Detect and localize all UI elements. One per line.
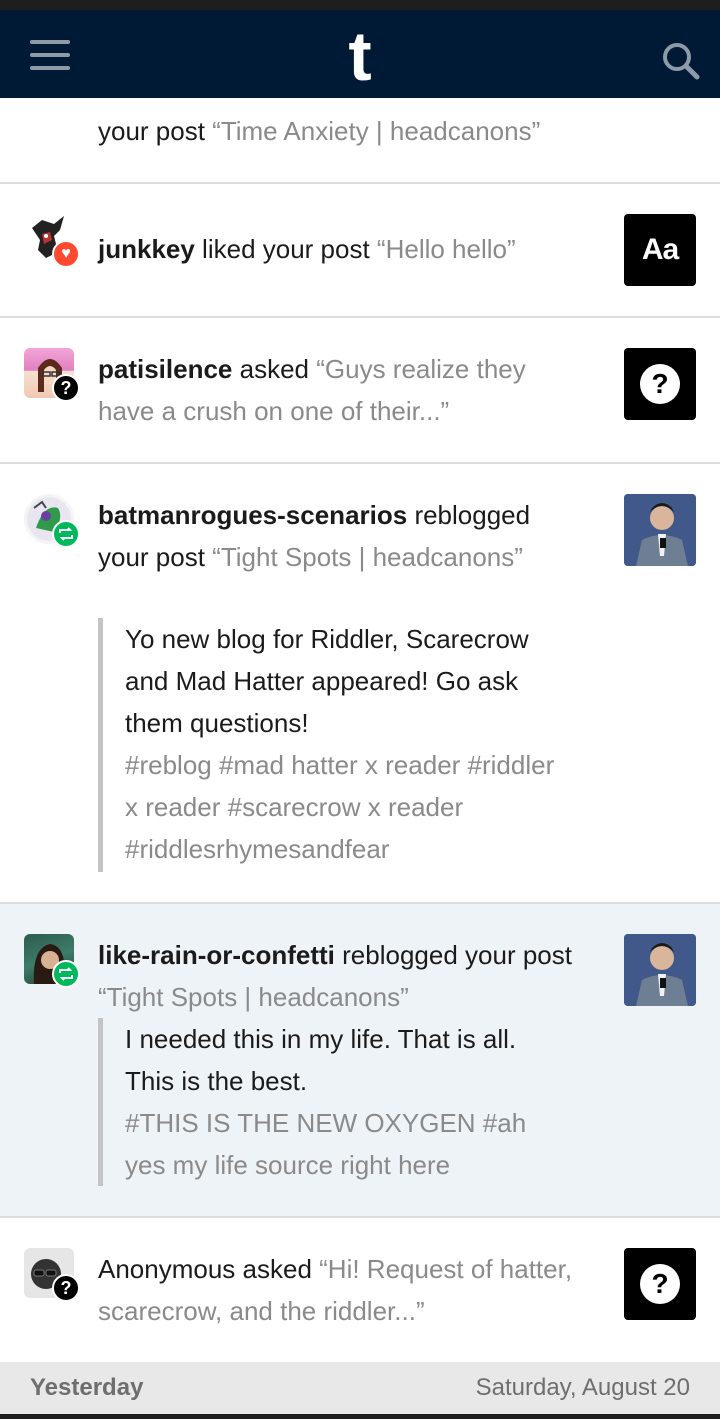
question-icon: ?: [640, 1264, 680, 1304]
post-title: “Tight Spots | headcanons”: [212, 542, 523, 572]
question-icon: ?: [640, 364, 680, 404]
question-icon: ?: [52, 1274, 80, 1302]
reblog-comment: Yo new blog for Riddler, Scarecrow and M…: [98, 618, 568, 872]
date-section-header: Yesterday Saturday, August 20: [0, 1362, 720, 1414]
question-icon: ?: [52, 374, 80, 402]
post-title: “Tight Spots | headcanons”: [98, 982, 409, 1012]
action-text: asked: [235, 1254, 320, 1284]
avatar[interactable]: [24, 494, 80, 548]
notification-item[interactable]: like-rain-or-confetti reblogged your pos…: [0, 904, 720, 1218]
post-title: “Time Anxiety | headcanons”: [212, 116, 541, 146]
username[interactable]: like-rain-or-confetti: [98, 940, 335, 970]
reblog-comment: I needed this in my life. That is all. T…: [98, 1018, 568, 1186]
avatar[interactable]: [24, 934, 80, 988]
status-bar: [0, 0, 720, 10]
hamburger-menu-icon[interactable]: [30, 40, 70, 70]
action-text: your post: [98, 116, 213, 146]
notification-text: junkkey liked your post “Hello hello”: [98, 228, 578, 270]
text-post-thumbnail[interactable]: Aa: [624, 214, 696, 286]
section-date: Saturday, August 20: [475, 1374, 690, 1401]
avatar[interactable]: ♥: [24, 214, 80, 268]
action-text: asked: [232, 354, 317, 384]
ask-thumbnail[interactable]: ?: [624, 1248, 696, 1320]
notification-item[interactable]: ? Anonymous asked “Hi! Request of hatter…: [0, 1218, 720, 1362]
avatar[interactable]: ?: [24, 348, 80, 402]
tags[interactable]: #THIS IS THE NEW OXYGEN #ah yes my life …: [125, 1102, 568, 1186]
post-photo-thumbnail[interactable]: [624, 934, 696, 1006]
post-title: “Hello hello”: [376, 234, 516, 264]
ask-thumbnail[interactable]: ?: [624, 348, 696, 420]
reblog-icon: [52, 960, 80, 988]
notification-item[interactable]: batmanrogues-scenarios reblogged your po…: [0, 464, 720, 904]
search-icon[interactable]: [662, 42, 700, 80]
action-text: liked your post: [194, 234, 377, 264]
comment-text: Yo new blog for Riddler, Scarecrow and M…: [125, 624, 529, 738]
notification-text: like-rain-or-confetti reblogged your pos…: [98, 934, 578, 1018]
avatar[interactable]: ?: [24, 1248, 80, 1302]
heart-icon: ♥: [52, 240, 80, 268]
post-photo-thumbnail[interactable]: [624, 494, 696, 566]
notification-item[interactable]: your post “Time Anxiety | headcanons”: [0, 98, 720, 184]
top-navigation-bar: t: [0, 10, 720, 98]
notification-text: your post “Time Anxiety | headcanons”: [98, 110, 578, 152]
notification-text: batmanrogues-scenarios reblogged your po…: [98, 494, 578, 578]
notification-text: Anonymous asked “Hi! Request of hatter, …: [98, 1248, 578, 1332]
username[interactable]: batmanrogues-scenarios: [98, 500, 407, 530]
notification-item[interactable]: ♥ junkkey liked your post “Hello hello” …: [0, 184, 720, 318]
username: Anonymous: [98, 1254, 236, 1284]
username[interactable]: patisilence: [98, 354, 232, 384]
notification-text: patisilence asked “Guys realize they hav…: [98, 348, 578, 432]
tumblr-logo[interactable]: t: [336, 21, 384, 91]
reblog-icon: [52, 520, 80, 548]
action-text: reblogged your post: [334, 940, 572, 970]
notification-item[interactable]: ? patisilence asked “Guys realize they h…: [0, 318, 720, 464]
username[interactable]: junkkey: [98, 234, 195, 264]
tags[interactable]: #reblog #mad hatter x reader #riddler x …: [125, 744, 568, 870]
section-label: Yesterday: [30, 1374, 144, 1401]
comment-text: I needed this in my life. That is all. T…: [125, 1024, 517, 1096]
navigation-bar: [0, 1414, 720, 1419]
